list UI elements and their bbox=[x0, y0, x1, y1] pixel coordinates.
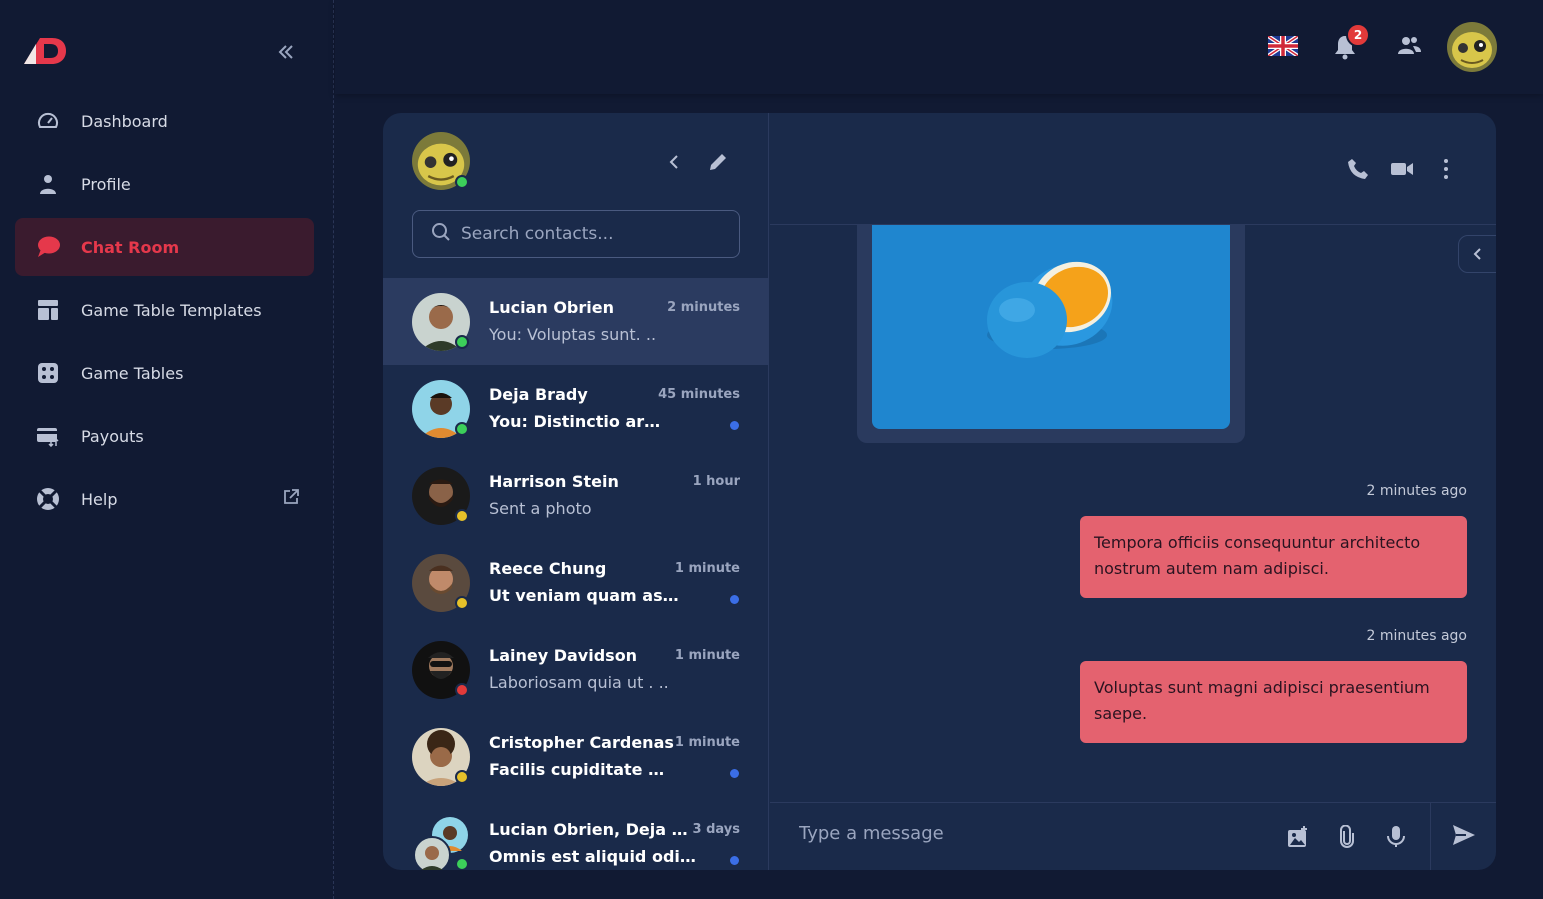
contacts-panel: Lucian Obrien 2 minutes You: Voluptas su… bbox=[383, 113, 769, 870]
unread-dot bbox=[730, 769, 739, 778]
unread-dot bbox=[730, 595, 739, 604]
status-dot bbox=[455, 770, 469, 784]
sidebar-item-profile[interactable]: Profile bbox=[15, 155, 314, 213]
contact-name: Lainey Davidson bbox=[489, 646, 638, 665]
contact-item[interactable]: Deja Brady 45 minutes You: Distinctio ar… bbox=[383, 365, 769, 452]
contact-time: 1 hour bbox=[692, 474, 740, 489]
search-input[interactable] bbox=[461, 224, 739, 244]
double-chevron-left-icon[interactable] bbox=[272, 38, 300, 66]
dice-icon bbox=[35, 360, 61, 386]
sidebar-item-payouts[interactable]: Payouts bbox=[15, 407, 314, 465]
avatar[interactable] bbox=[1447, 22, 1497, 72]
sidebar: Dashboard Profile Chat Room Game Table T… bbox=[0, 0, 334, 899]
contact-last-message: Sent a photo bbox=[489, 499, 592, 518]
sidebar-item-game-tables[interactable]: Game Tables bbox=[15, 344, 314, 402]
sidebar-item-label: Game Tables bbox=[81, 363, 184, 383]
contact-item[interactable]: Lucian Obrien, Deja … 3 days Omnis est a… bbox=[383, 800, 769, 870]
sidebar-item-label: Help bbox=[81, 489, 118, 509]
layout-template-icon bbox=[35, 297, 61, 323]
contact-time: 1 minute bbox=[674, 648, 740, 663]
sidebar-nav: Dashboard Profile Chat Room Game Table T… bbox=[15, 92, 314, 533]
sidebar-item-label: Game Table Templates bbox=[81, 300, 262, 320]
search-box bbox=[412, 210, 740, 258]
contact-name: Lucian Obrien bbox=[489, 298, 614, 317]
uk-flag-icon[interactable] bbox=[1266, 34, 1300, 58]
contact-last-message: Laboriosam quia ut . .. bbox=[489, 673, 669, 692]
contact-item[interactable]: Lainey Davidson 1 minute Laboriosam quia… bbox=[383, 626, 769, 713]
contact-item[interactable]: Harrison Stein 1 hour Sent a photo bbox=[383, 452, 769, 539]
more-vertical-icon[interactable] bbox=[1434, 157, 1458, 181]
status-dot bbox=[455, 857, 469, 870]
message-timestamp: 2 minutes ago bbox=[1366, 628, 1467, 644]
sidebar-item-label: Chat Room bbox=[81, 237, 180, 257]
contact-last-message: Omnis est aliquid odi… bbox=[489, 847, 696, 866]
sidebar-item-chat-room[interactable]: Chat Room bbox=[15, 218, 314, 276]
video-camera-icon[interactable] bbox=[1390, 157, 1414, 181]
conversation-panel: 2 minutes ago Tempora officiis consequun… bbox=[770, 113, 1496, 870]
top-bar: 2 bbox=[335, 0, 1543, 94]
message-timestamp: 2 minutes ago bbox=[1366, 483, 1467, 499]
message-input[interactable] bbox=[799, 823, 1259, 844]
contact-name: Lucian Obrien, Deja … bbox=[489, 820, 688, 839]
people-icon[interactable] bbox=[1396, 34, 1422, 60]
phone-icon[interactable] bbox=[1346, 157, 1370, 181]
pencil-icon[interactable] bbox=[707, 151, 729, 173]
unread-dot bbox=[730, 421, 739, 430]
user-icon bbox=[35, 171, 61, 197]
sidebar-item-label: Dashboard bbox=[81, 111, 168, 131]
online-status-dot bbox=[455, 175, 469, 189]
contact-last-message: You: Voluptas sunt. .. bbox=[489, 325, 657, 344]
external-link-icon bbox=[282, 488, 300, 510]
conversation-header bbox=[770, 113, 1496, 225]
chat-bubble-icon bbox=[35, 234, 61, 260]
lifebuoy-icon bbox=[35, 486, 61, 512]
card-transfer-icon bbox=[35, 423, 61, 449]
contact-item[interactable]: Lucian Obrien 2 minutes You: Voluptas su… bbox=[383, 278, 769, 365]
contact-time: 1 minute bbox=[674, 735, 740, 750]
message-composer bbox=[770, 802, 1496, 870]
sidebar-item-help[interactable]: Help bbox=[15, 470, 314, 528]
unread-dot bbox=[730, 856, 739, 865]
status-dot bbox=[455, 335, 469, 349]
sidebar-item-label: Profile bbox=[81, 174, 131, 194]
contact-name: Deja Brady bbox=[489, 385, 588, 404]
contact-name: Harrison Stein bbox=[489, 472, 619, 491]
message-bubble: Voluptas sunt magni adipisci praesentium… bbox=[1080, 661, 1467, 743]
microphone-icon[interactable] bbox=[1384, 825, 1408, 849]
contact-last-message: You: Distinctio ar… bbox=[489, 412, 661, 431]
contact-time: 45 minutes bbox=[658, 387, 740, 402]
chat-room-card: Lucian Obrien 2 minutes You: Voluptas su… bbox=[383, 113, 1496, 870]
status-dot bbox=[455, 422, 469, 436]
gauge-icon bbox=[35, 108, 61, 134]
contact-time: 3 days bbox=[692, 822, 740, 837]
contact-last-message: Facilis cupiditate … bbox=[489, 760, 665, 779]
brand-logo-icon[interactable] bbox=[22, 34, 66, 68]
image-message bbox=[857, 225, 1245, 443]
status-dot bbox=[455, 596, 469, 610]
contact-list: Lucian Obrien 2 minutes You: Voluptas su… bbox=[383, 278, 769, 870]
contact-time: 1 minute bbox=[674, 561, 740, 576]
contact-name: Cristopher Cardenas bbox=[489, 733, 674, 752]
paperclip-icon[interactable] bbox=[1335, 824, 1359, 849]
send-button[interactable] bbox=[1430, 803, 1496, 870]
notification-badge: 2 bbox=[1346, 23, 1370, 47]
contact-name: Reece Chung bbox=[489, 559, 607, 578]
chevron-left-icon[interactable] bbox=[663, 151, 685, 173]
sidebar-item-game-table-templates[interactable]: Game Table Templates bbox=[15, 281, 314, 339]
sidebar-item-label: Payouts bbox=[81, 426, 144, 446]
chevron-left-icon[interactable] bbox=[1458, 235, 1496, 273]
status-dot bbox=[455, 509, 469, 523]
send-icon bbox=[1452, 824, 1476, 850]
sidebar-item-dashboard[interactable]: Dashboard bbox=[15, 92, 314, 150]
contact-item[interactable]: Cristopher Cardenas 1 minute Facilis cup… bbox=[383, 713, 769, 800]
contact-item[interactable]: Reece Chung 1 minute Ut veniam quam as… bbox=[383, 539, 769, 626]
contact-time: 2 minutes bbox=[667, 300, 740, 315]
status-dot bbox=[455, 683, 469, 697]
message-bubble: Tempora officiis consequuntur architecto… bbox=[1080, 516, 1467, 598]
image-add-icon[interactable] bbox=[1286, 825, 1310, 849]
attached-photo[interactable] bbox=[872, 225, 1230, 429]
contact-last-message: Ut veniam quam as… bbox=[489, 586, 679, 605]
search-icon bbox=[431, 222, 451, 246]
